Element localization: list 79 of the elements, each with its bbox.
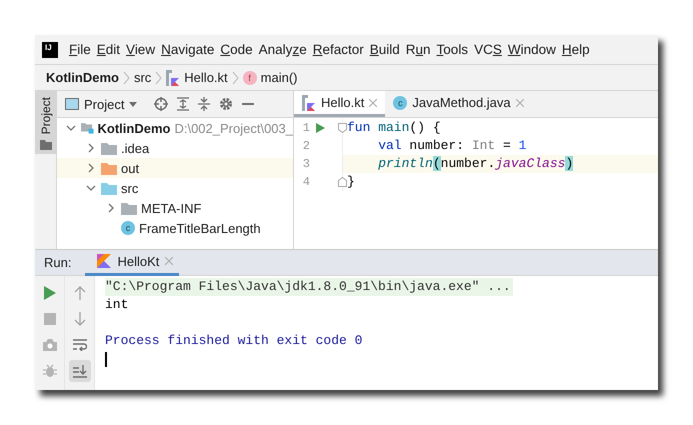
kotlin-file-icon — [166, 70, 180, 86]
close-icon[interactable] — [516, 98, 524, 106]
separator-icon — [122, 70, 130, 84]
tree-item[interactable]: out — [57, 158, 293, 178]
line-number: 2 — [302, 139, 310, 153]
tree-item[interactable]: c FrameTitleBarLength — [57, 218, 293, 238]
code-line: fun main() { — [346, 119, 442, 137]
run-icon[interactable] — [316, 123, 325, 133]
function-icon: f — [242, 70, 257, 84]
menu-item[interactable]: View — [126, 42, 160, 57]
settings-icon[interactable] — [219, 97, 234, 111]
scroll-to-end-icon[interactable] — [72, 364, 86, 378]
tree-item-label: META-INF — [141, 200, 202, 216]
soft-wrap-icon[interactable] — [72, 339, 86, 351]
menu-item[interactable]: VCS — [474, 42, 507, 57]
code-line: } — [346, 173, 356, 191]
project-path: D:\002_Project\003_ — [174, 120, 293, 136]
menu-item[interactable]: Code — [220, 42, 258, 57]
breadcrumb[interactable]: KotlinDemo — [46, 70, 119, 85]
menu-item[interactable]: Window — [508, 42, 561, 57]
tree-item[interactable]: .idea — [57, 138, 293, 158]
folder-icon — [121, 202, 137, 214]
expand-all-icon[interactable] — [177, 97, 190, 111]
tree-item[interactable]: KotlinDemo D:\002_Project\003_ — [57, 118, 293, 138]
folder-icon — [40, 140, 52, 150]
module-folder-icon — [81, 120, 94, 136]
breadcrumb[interactable]: Hello.kt — [184, 70, 228, 85]
menu-item[interactable]: Analyze — [258, 42, 312, 57]
class-icon: c — [393, 96, 408, 110]
folder-icon — [101, 182, 117, 194]
editor-tab[interactable]: Hello.kt — [294, 91, 386, 117]
tree-item[interactable]: META-INF — [57, 198, 293, 218]
menu-item[interactable]: Run — [406, 42, 436, 57]
locate-icon[interactable] — [154, 97, 168, 111]
folder-icon — [101, 162, 117, 174]
menu-item[interactable]: Navigate — [161, 42, 220, 57]
line-number: 4 — [302, 175, 310, 189]
close-icon[interactable] — [165, 257, 174, 265]
up-arrow-icon[interactable] — [74, 286, 86, 300]
run-panel-label: Run: — [44, 255, 72, 270]
view-selector[interactable]: Project — [65, 96, 138, 112]
collapse-all-icon[interactable] — [198, 97, 210, 111]
tree-item-label: FrameTitleBarLength — [139, 220, 261, 236]
menu-item[interactable]: Refactor — [312, 42, 369, 57]
menu-item[interactable]: Edit — [96, 42, 126, 57]
breadcrumb[interactable]: main() — [260, 70, 298, 85]
console-line: Process finished with exit code 0 — [105, 332, 364, 350]
fold-icon[interactable] — [338, 123, 347, 133]
tree-item-label: src — [121, 180, 138, 196]
separator-icon — [155, 70, 162, 84]
project-tool-tab[interactable]: Project — [35, 91, 56, 154]
window-icon — [65, 98, 79, 110]
fold-icon[interactable] — [338, 177, 347, 187]
tree-item-label: .idea — [121, 140, 150, 156]
menu-item[interactable]: Build — [370, 42, 405, 57]
app-logo: IJ — [42, 42, 58, 58]
editor-tab[interactable]: c JavaMethod.java — [385, 91, 532, 117]
menu-item[interactable]: Tools — [436, 42, 474, 57]
separator-icon — [232, 70, 239, 84]
menu-item[interactable]: Help — [562, 42, 595, 57]
menu-item[interactable]: File — [69, 42, 96, 57]
console-line: int — [105, 296, 130, 314]
minimize-icon[interactable] — [242, 103, 254, 105]
code-line: val number: Int = 1 — [377, 137, 528, 155]
kotlin-file-icon — [302, 94, 316, 110]
line-number: 1 — [302, 121, 310, 135]
class-icon: c — [121, 221, 135, 235]
tree-item-label: out — [121, 160, 140, 176]
run-icon[interactable] — [44, 286, 56, 300]
breadcrumb[interactable]: src — [134, 70, 152, 85]
caret-icon — [129, 102, 138, 106]
text-cursor — [105, 352, 107, 367]
tree-item[interactable]: src — [57, 178, 293, 198]
line-number: 3 — [302, 157, 310, 171]
tree-item-label: KotlinDemo — [98, 120, 170, 136]
down-arrow-icon[interactable] — [74, 312, 86, 326]
close-icon[interactable] — [369, 98, 378, 106]
folder-icon — [101, 142, 117, 154]
kotlin-logo-icon — [97, 254, 112, 268]
